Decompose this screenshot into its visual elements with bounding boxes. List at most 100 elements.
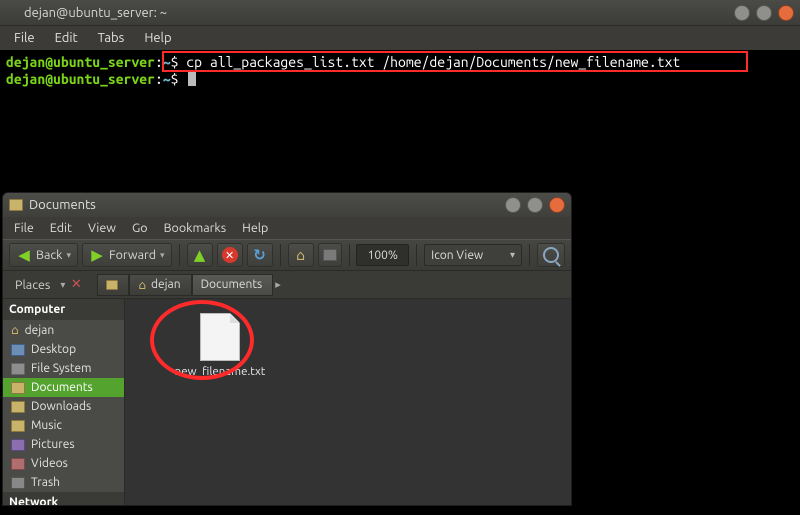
prompt-user: dejan@ubuntu_server xyxy=(6,71,155,87)
home-button[interactable]: ⌂ xyxy=(288,243,314,267)
search-icon xyxy=(543,247,559,263)
maximize-button[interactable] xyxy=(527,197,543,213)
sidebar-item-label: Videos xyxy=(31,457,68,470)
search-button[interactable] xyxy=(537,243,565,267)
stop-button[interactable]: ✕ xyxy=(217,243,243,267)
menu-view[interactable]: View xyxy=(81,219,123,237)
pictures-icon xyxy=(11,439,25,451)
menu-go[interactable]: Go xyxy=(125,219,155,237)
maximize-button[interactable] xyxy=(756,5,772,21)
sidebar-item-dejan[interactable]: ⌂ dejan xyxy=(3,320,124,340)
arrow-left-icon: ◀ xyxy=(16,247,32,263)
file-item[interactable]: new_filename.txt xyxy=(165,313,275,378)
back-label: Back xyxy=(36,248,63,262)
prompt-user: dejan@ubuntu_server xyxy=(6,54,155,70)
clear-icon[interactable]: ✕ xyxy=(69,278,83,292)
folder-icon xyxy=(11,401,25,413)
minimize-button[interactable] xyxy=(734,5,750,21)
filemanager-body: Computer ⌂ dejan Desktop File System Doc… xyxy=(3,299,571,505)
breadcrumb-root[interactable] xyxy=(97,274,129,296)
breadcrumb: ⌂ dejan Documents ▸ xyxy=(97,274,285,296)
prompt-path: ~ xyxy=(163,71,171,87)
menu-file[interactable]: File xyxy=(6,29,43,47)
computer-icon xyxy=(323,249,337,261)
viewmode-label: Icon View xyxy=(431,249,483,262)
filemanager-title: Documents xyxy=(29,198,96,212)
menu-edit[interactable]: Edit xyxy=(43,219,79,237)
menu-tabs[interactable]: Tabs xyxy=(90,29,133,47)
sidebar-item-desktop[interactable]: Desktop xyxy=(3,340,124,359)
forward-label: Forward xyxy=(109,248,156,262)
home-icon: ⌂ xyxy=(293,247,309,263)
chevron-right-icon[interactable]: ▸ xyxy=(275,278,285,291)
sidebar-item-videos[interactable]: Videos xyxy=(3,454,124,473)
sidebar-item-filesystem[interactable]: File System xyxy=(3,359,124,378)
breadcrumb-home-label: dejan xyxy=(151,278,181,291)
sidebar-item-label: Music xyxy=(31,419,62,432)
drive-icon xyxy=(11,363,25,375)
close-button[interactable] xyxy=(778,5,794,21)
sidebar-item-label: Trash xyxy=(31,476,60,489)
filemanager-window: Documents File Edit View Go Bookmarks He… xyxy=(2,192,572,506)
home-icon: ⌂ xyxy=(138,278,146,292)
reload-button[interactable]: ↻ xyxy=(247,243,273,267)
chevron-down-icon[interactable]: ▾ xyxy=(60,279,65,291)
menu-help[interactable]: Help xyxy=(136,29,179,47)
filemanager-fileview[interactable]: new_filename.txt xyxy=(125,299,571,505)
separator xyxy=(349,244,350,266)
file-label: new_filename.txt xyxy=(165,365,275,378)
folder-icon xyxy=(11,420,25,432)
zoom-label: 100% xyxy=(368,249,398,262)
prompt-sep: : xyxy=(155,71,163,87)
menu-help[interactable]: Help xyxy=(235,219,275,237)
prompt-dollar: $ xyxy=(171,71,179,87)
filemanager-locationbar: Places ▾ ✕ ⌂ dejan Documents ▸ xyxy=(3,271,571,299)
zoom-level[interactable]: 100% xyxy=(356,244,409,266)
filemanager-menubar: File Edit View Go Bookmarks Help xyxy=(3,217,571,239)
folder-icon xyxy=(9,199,23,211)
computer-button[interactable] xyxy=(318,243,342,267)
breadcrumb-home[interactable]: ⌂ dejan xyxy=(129,274,191,296)
menu-bookmarks[interactable]: Bookmarks xyxy=(157,219,234,237)
separator xyxy=(280,244,281,266)
breadcrumb-current[interactable]: Documents xyxy=(192,274,274,296)
sidebar-item-documents[interactable]: Documents xyxy=(3,378,124,397)
menu-edit[interactable]: Edit xyxy=(47,29,86,47)
prompt-dollar: $ xyxy=(171,54,179,70)
folder-icon xyxy=(11,382,25,394)
forward-button[interactable]: ▶ Forward ▾ xyxy=(82,243,172,267)
sidebar-item-trash[interactable]: Trash xyxy=(3,473,124,492)
arrow-right-icon: ▶ xyxy=(89,247,105,263)
sidebar-item-label: Documents xyxy=(31,381,93,394)
cursor xyxy=(188,72,196,86)
terminal-line: dejan@ubuntu_server:~$ xyxy=(6,71,794,88)
reload-icon: ↻ xyxy=(252,247,268,263)
arrow-up-icon: ▲ xyxy=(192,247,208,263)
viewmode-select[interactable]: Icon View ▾ xyxy=(424,244,522,266)
filemanager-toolbar: ◀ Back ▾ ▶ Forward ▾ ▲ ✕ ↻ ⌂ 100% xyxy=(3,239,571,271)
folder-icon xyxy=(106,280,118,290)
prompt-path: ~ xyxy=(163,54,171,70)
sidebar-item-pictures[interactable]: Pictures xyxy=(3,435,124,454)
sidebar-head-network: Network xyxy=(3,492,124,506)
filemanager-titlebar: Documents xyxy=(3,193,571,217)
terminal-menubar: File Edit Tabs Help xyxy=(0,26,800,50)
back-button[interactable]: ◀ Back ▾ xyxy=(9,243,78,267)
sidebar-item-music[interactable]: Music xyxy=(3,416,124,435)
separator xyxy=(529,244,530,266)
videos-icon xyxy=(11,458,25,470)
close-button[interactable] xyxy=(549,197,565,213)
places-label[interactable]: Places xyxy=(9,276,56,294)
desktop-icon xyxy=(11,344,25,356)
menu-file[interactable]: File xyxy=(7,219,41,237)
prompt-sep: : xyxy=(155,54,163,70)
terminal-line: dejan@ubuntu_server:~$ cp all_packages_l… xyxy=(6,54,794,71)
chevron-down-icon: ▾ xyxy=(160,250,165,261)
sidebar-item-downloads[interactable]: Downloads xyxy=(3,397,124,416)
minimize-button[interactable] xyxy=(505,197,521,213)
terminal-titlebar: dejan@ubuntu_server: ~ xyxy=(0,0,800,26)
home-icon: ⌂ xyxy=(11,323,19,337)
up-button[interactable]: ▲ xyxy=(187,243,213,267)
trash-icon xyxy=(11,477,25,489)
breadcrumb-current-label: Documents xyxy=(201,278,263,291)
